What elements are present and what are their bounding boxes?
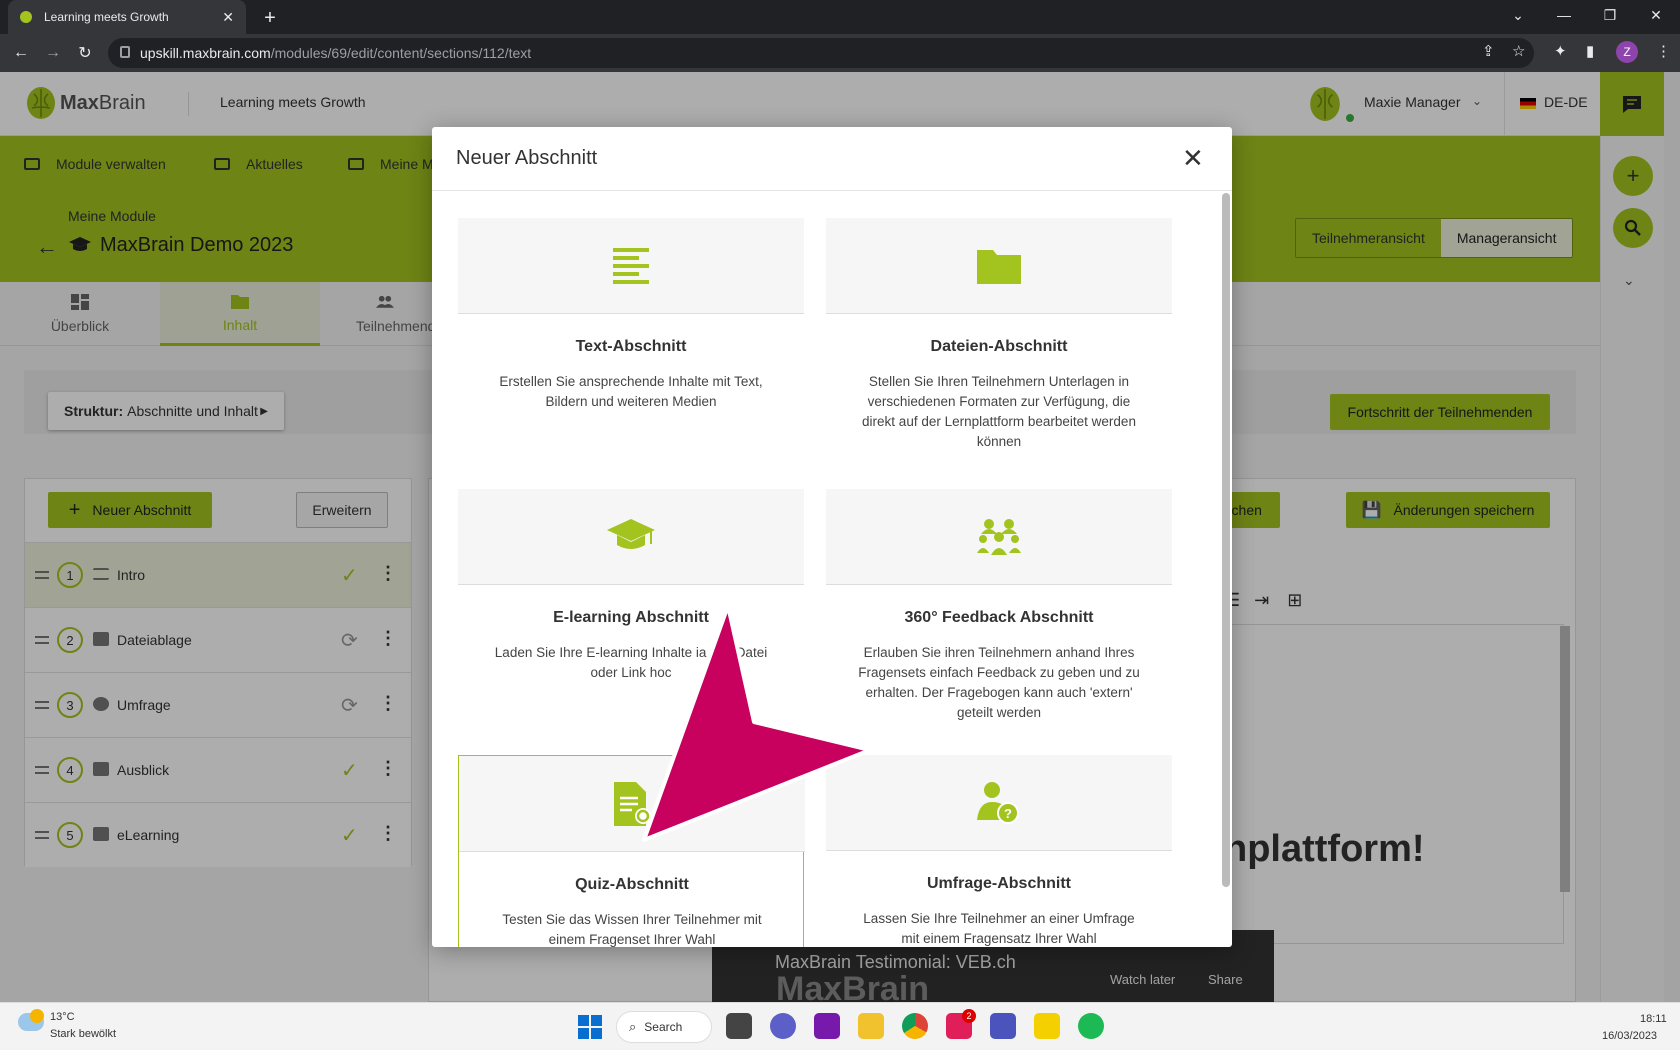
- url-input[interactable]: upskill.maxbrain.com /modules/69/edit/co…: [108, 38, 1534, 68]
- teams-icon[interactable]: [990, 1013, 1016, 1039]
- chat-app-icon[interactable]: [770, 1013, 796, 1039]
- text-lines-icon: [613, 247, 649, 284]
- browser-tab[interactable]: Learning meets Growth ✕: [8, 0, 246, 34]
- section-type-card-text[interactable]: Text-Abschnitt Erstellen Sie ansprechend…: [458, 218, 804, 456]
- miro-icon[interactable]: [1034, 1013, 1060, 1039]
- weather-sun-icon: [30, 1009, 44, 1023]
- reload-icon[interactable]: ↻: [70, 34, 100, 72]
- group-icon: [977, 518, 1021, 555]
- chrome-icon[interactable]: [902, 1013, 928, 1039]
- extensions-icon[interactable]: ✦: [1554, 42, 1567, 60]
- new-tab-button[interactable]: +: [258, 6, 282, 30]
- browser-tabbar: Learning meets Growth ✕ + ⌄ — ❐ ✕: [0, 0, 1680, 34]
- address-bar-row: ← → ↻ upskill.maxbrain.com /modules/69/e…: [0, 34, 1680, 72]
- weather-condition[interactable]: Stark bewölkt: [50, 1028, 116, 1040]
- side-panel-icon[interactable]: ▮: [1586, 42, 1594, 60]
- taskbar-search[interactable]: ⌕ Search: [616, 1011, 712, 1043]
- close-icon[interactable]: ✕: [1182, 143, 1204, 174]
- card-icon-area: [458, 489, 804, 585]
- windows-taskbar: 13°C Stark bewölkt ⌕ Search 2 18:11 16/03…: [0, 1002, 1680, 1050]
- task-view-icon[interactable]: [726, 1013, 752, 1039]
- url-path: /modules/69/edit/content/sections/112/te…: [270, 45, 532, 61]
- card-title: Quiz-Abschnitt: [575, 876, 689, 893]
- back-icon[interactable]: ←: [6, 34, 36, 72]
- card-icon-area: [826, 489, 1172, 585]
- card-title: Text-Abschnitt: [575, 338, 687, 355]
- card-description: Testen Sie das Wissen Ihrer Teilnehmer m…: [502, 912, 762, 947]
- graduation-cap-icon: [607, 518, 655, 549]
- slack-badge: 2: [962, 1009, 976, 1023]
- close-tab-icon[interactable]: ✕: [222, 9, 234, 26]
- weather-temperature[interactable]: 13°C: [50, 1011, 75, 1023]
- search-icon: ⌕: [629, 1019, 637, 1034]
- section-type-card-files[interactable]: Dateien-Abschnitt Stellen Sie Ihren Teil…: [826, 218, 1172, 456]
- profile-avatar[interactable]: Z: [1616, 41, 1638, 63]
- tab-search-icon[interactable]: ⌄: [1496, 0, 1540, 30]
- clock-time[interactable]: 18:11: [1640, 1013, 1667, 1025]
- dialog-scrollbar[interactable]: [1222, 193, 1230, 887]
- card-description: Erlauben Sie ihren Teilnehmern anhand Ih…: [858, 645, 1140, 720]
- annotation-arrow-icon: [640, 606, 880, 846]
- lock-icon: [120, 46, 130, 58]
- bookmark-star-icon[interactable]: ☆: [1512, 42, 1525, 60]
- favicon-icon: [20, 11, 32, 23]
- dialog-header: Neuer Abschnitt ✕: [432, 127, 1232, 191]
- card-icon-area: [826, 218, 1172, 314]
- share-page-icon[interactable]: ⇪: [1482, 42, 1495, 60]
- clock-date[interactable]: 16/03/2023: [1602, 1030, 1657, 1042]
- card-description: Erstellen Sie ansprechende Inhalte mit T…: [499, 374, 763, 409]
- dialog-title: Neuer Abschnitt: [456, 147, 598, 169]
- forward-icon[interactable]: →: [38, 34, 68, 72]
- onenote-icon[interactable]: [814, 1013, 840, 1039]
- tab-title: Learning meets Growth: [44, 10, 169, 24]
- survey-person-icon: ?: [977, 781, 1019, 824]
- card-title: Umfrage-Abschnitt: [926, 875, 1071, 892]
- card-title: Dateien-Abschnitt: [930, 338, 1068, 355]
- minimize-icon[interactable]: —: [1542, 0, 1586, 30]
- file-explorer-icon[interactable]: [858, 1013, 884, 1039]
- restore-icon[interactable]: ❐: [1588, 0, 1632, 30]
- url-host: upskill.maxbrain.com: [140, 45, 271, 61]
- folder-icon: [977, 249, 1021, 284]
- window-close-icon[interactable]: ✕: [1634, 0, 1678, 30]
- windows-start-icon[interactable]: [578, 1015, 602, 1039]
- svg-text:?: ?: [1004, 806, 1012, 821]
- spotify-icon[interactable]: [1078, 1013, 1104, 1039]
- card-description: Lassen Sie Ihre Teilnehmer an einer Umfr…: [863, 911, 1135, 946]
- card-description: Stellen Sie Ihren Teilnehmern Unterlagen…: [862, 374, 1136, 449]
- browser-menu-icon[interactable]: ⋮: [1656, 42, 1671, 60]
- card-icon-area: [458, 218, 804, 314]
